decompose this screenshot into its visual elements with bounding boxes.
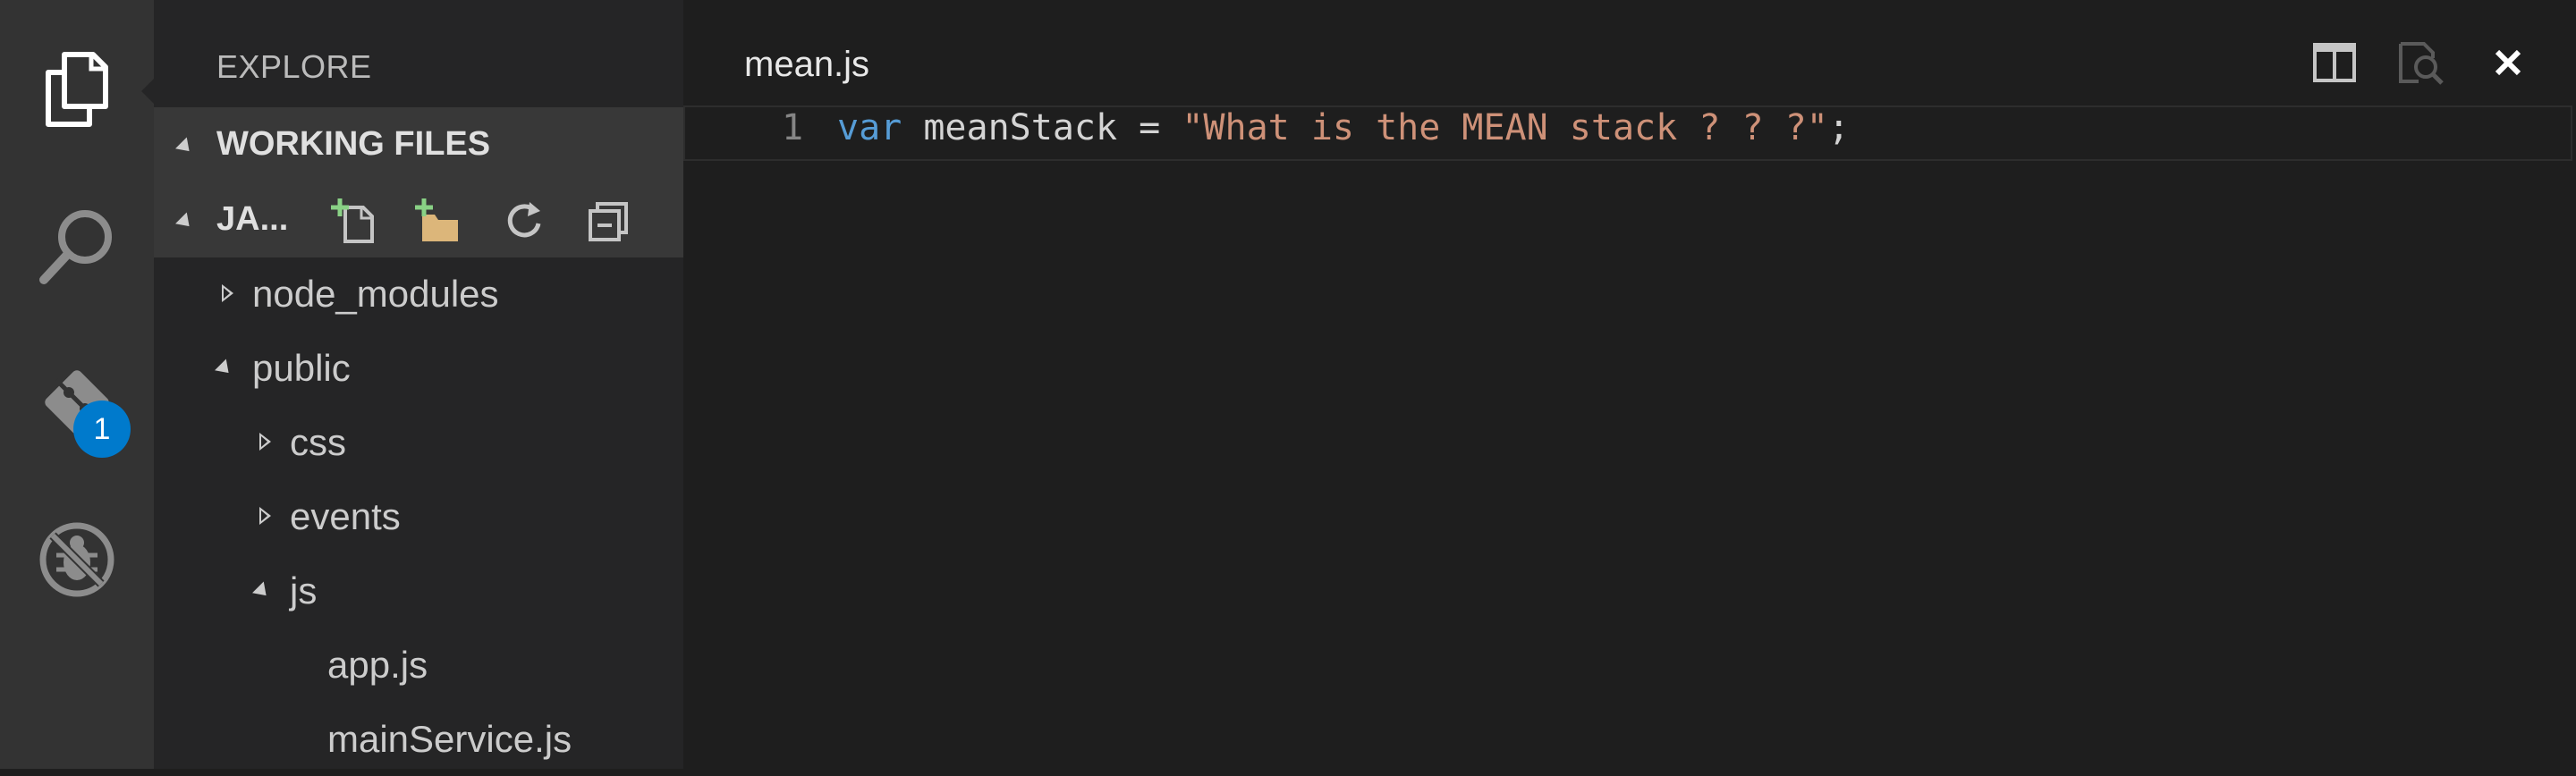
tree-item-label: css — [290, 420, 346, 463]
new-file-button[interactable] — [329, 197, 379, 247]
expand-arrow-icon — [222, 284, 233, 302]
git-badge: 1 — [73, 401, 131, 458]
code-token-plain: ; — [1827, 107, 1850, 148]
project-folder-header[interactable]: JA... — [154, 182, 683, 257]
collapse-triangle-icon — [175, 212, 195, 232]
code-editor-window: 1 EXPLORE WORKING FILES JA... node_modul… — [0, 0, 2576, 769]
working-files-label: WORKING FILES — [216, 125, 491, 163]
line-number: 1 — [782, 107, 804, 148]
code-token-keyword: var — [837, 107, 902, 148]
tree-item-label: app.js — [327, 643, 428, 686]
code-line[interactable]: var meanStack = "What is the MEAN stack … — [837, 107, 1850, 148]
split-editor-button[interactable] — [2308, 38, 2361, 88]
refresh-button[interactable] — [499, 197, 549, 247]
tree-item-js[interactable]: js — [154, 553, 683, 628]
collapse-arrow-icon — [252, 581, 272, 602]
close-editor-button[interactable] — [2481, 38, 2535, 88]
expand-arrow-icon — [259, 507, 271, 525]
new-folder-icon — [415, 198, 458, 241]
collapse-triangle-icon — [175, 137, 195, 157]
tree-item-label: node_modules — [252, 272, 499, 315]
tree-item-mainservice-js[interactable]: mainService.js — [154, 702, 683, 776]
debug-icon — [39, 522, 114, 597]
collapse-arrow-icon — [215, 358, 234, 379]
tree-item-events[interactable]: events — [154, 479, 683, 553]
explorer-sidebar: EXPLORE WORKING FILES JA... node_modules… — [154, 0, 683, 769]
code-token-plain: meanStack = — [902, 107, 1182, 148]
files-icon — [46, 52, 108, 127]
tree-item-public[interactable]: public — [154, 331, 683, 405]
close-icon — [2495, 49, 2521, 76]
editor-title[interactable]: mean.js — [744, 45, 869, 85]
code-token-string: "What is the MEAN stack ? ? ?" — [1182, 107, 1828, 148]
refresh-icon — [507, 202, 541, 238]
split-editor-icon — [2313, 43, 2356, 82]
tree-item-label: public — [252, 346, 351, 389]
editor-pane: mean.js 1 var meanStack = "What is the M… — [683, 0, 2576, 769]
tree-item-app-js[interactable]: app.js — [154, 628, 683, 702]
search-button[interactable] — [0, 175, 154, 318]
tree-item-label: events — [290, 494, 401, 537]
expand-arrow-icon — [259, 433, 271, 451]
sidebar-title: EXPLORE — [216, 48, 372, 85]
open-preview-button[interactable] — [2394, 38, 2447, 88]
tree-item-label: js — [290, 569, 318, 612]
git-button[interactable] — [0, 331, 154, 474]
tree-item-node-modules[interactable]: node_modules — [154, 257, 683, 331]
tree-item-label: mainService.js — [327, 717, 572, 760]
new-file-icon — [331, 198, 374, 243]
explorer-button[interactable] — [0, 18, 154, 161]
collapse-all-button[interactable] — [583, 197, 633, 247]
open-preview-icon — [2399, 42, 2444, 85]
working-files-header[interactable]: WORKING FILES — [154, 107, 683, 182]
tree-item-css[interactable]: css — [154, 405, 683, 479]
project-label: JA... — [216, 200, 289, 238]
activity-bar: 1 — [0, 0, 156, 769]
debug-button[interactable] — [0, 488, 154, 631]
search-icon — [39, 210, 112, 284]
new-folder-button[interactable] — [413, 197, 463, 247]
collapse-all-icon — [589, 202, 628, 241]
